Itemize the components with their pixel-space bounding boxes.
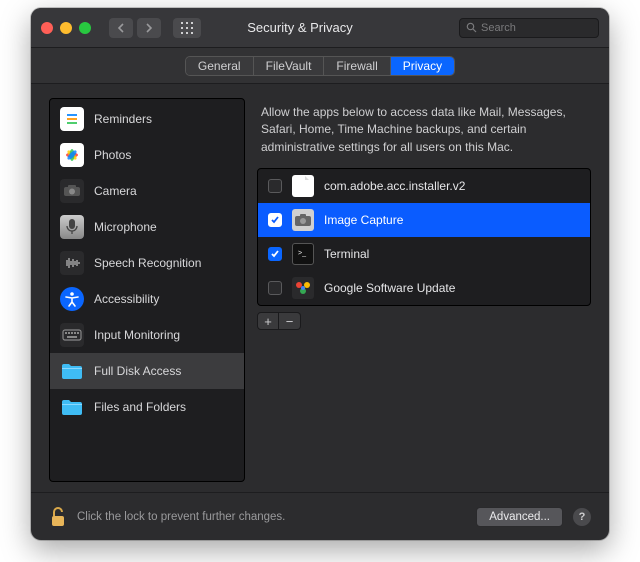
help-button[interactable]: ? [573, 508, 591, 526]
app-row-terminal[interactable]: >_ Terminal [258, 237, 590, 271]
folder-icon [60, 395, 84, 419]
back-button[interactable] [109, 18, 133, 38]
terminal-icon: >_ [292, 243, 314, 265]
main-panel: Allow the apps below to access data like… [257, 98, 591, 482]
app-name: Google Software Update [324, 281, 455, 295]
segmented-tabs: General FileVault Firewall Privacy [185, 56, 455, 76]
search-icon [466, 22, 477, 33]
sidebar-item-photos[interactable]: Photos [50, 137, 244, 173]
sidebar-item-label: Accessibility [94, 292, 159, 306]
sidebar-item-label: Full Disk Access [94, 364, 181, 378]
content-area: Reminders Photos Camera Microphone [31, 84, 609, 492]
tab-firewall[interactable]: Firewall [324, 57, 390, 75]
sidebar-item-label: Files and Folders [94, 400, 186, 414]
accessibility-icon [60, 287, 84, 311]
microphone-icon [60, 215, 84, 239]
remove-app-button[interactable]: − [279, 312, 301, 330]
sidebar-item-reminders[interactable]: Reminders [50, 101, 244, 137]
sidebar-item-input-monitoring[interactable]: Input Monitoring [50, 317, 244, 353]
sidebar-item-microphone[interactable]: Microphone [50, 209, 244, 245]
app-name: Terminal [324, 247, 369, 261]
unlocked-lock-icon [49, 506, 67, 528]
app-name: com.adobe.acc.installer.v2 [324, 179, 465, 193]
add-remove-controls: + − [257, 312, 591, 330]
search-field[interactable]: Search [459, 18, 599, 38]
svg-text:>_: >_ [298, 250, 306, 257]
app-row-image-capture[interactable]: Image Capture [258, 203, 590, 237]
chevron-left-icon [117, 23, 125, 33]
sidebar-item-accessibility[interactable]: Accessibility [50, 281, 244, 317]
document-icon [292, 175, 314, 197]
sidebar-item-camera[interactable]: Camera [50, 173, 244, 209]
apps-list[interactable]: com.adobe.acc.installer.v2 Image Capture [257, 168, 591, 306]
input-monitoring-icon [60, 323, 84, 347]
app-checkbox[interactable] [268, 247, 282, 261]
app-name: Image Capture [324, 213, 403, 227]
sidebar-item-label: Input Monitoring [94, 328, 180, 342]
image-capture-icon [292, 209, 314, 231]
sidebar-item-files-and-folders[interactable]: Files and Folders [50, 389, 244, 425]
camera-icon [60, 179, 84, 203]
reminders-icon [60, 107, 84, 131]
sidebar-item-label: Camera [94, 184, 137, 198]
app-row-adobe-installer[interactable]: com.adobe.acc.installer.v2 [258, 169, 590, 203]
privacy-sidebar[interactable]: Reminders Photos Camera Microphone [49, 98, 245, 482]
photos-icon [60, 143, 84, 167]
add-app-button[interactable]: + [257, 312, 279, 330]
close-window-button[interactable] [41, 22, 53, 34]
sidebar-item-label: Reminders [94, 112, 152, 126]
window-title: Security & Privacy [149, 20, 451, 35]
sidebar-item-speech-recognition[interactable]: Speech Recognition [50, 245, 244, 281]
sidebar-item-label: Photos [94, 148, 131, 162]
app-row-google-software-update[interactable]: Google Software Update [258, 271, 590, 305]
minimize-window-button[interactable] [60, 22, 72, 34]
window-controls [41, 22, 91, 34]
tab-general[interactable]: General [186, 57, 254, 75]
titlebar: Security & Privacy Search [31, 8, 609, 48]
search-placeholder: Search [481, 22, 516, 34]
advanced-button[interactable]: Advanced... [476, 507, 563, 527]
app-checkbox[interactable] [268, 179, 282, 193]
footer: Click the lock to prevent further change… [31, 492, 609, 540]
tabs-row: General FileVault Firewall Privacy [31, 48, 609, 84]
preferences-window: Security & Privacy Search General FileVa… [31, 8, 609, 540]
sidebar-item-full-disk-access[interactable]: Full Disk Access [50, 353, 244, 389]
app-checkbox[interactable] [268, 213, 282, 227]
lock-hint-text: Click the lock to prevent further change… [77, 511, 466, 523]
panel-description: Allow the apps below to access data like… [257, 98, 591, 168]
sidebar-item-label: Microphone [94, 220, 157, 234]
app-checkbox[interactable] [268, 281, 282, 295]
folder-icon [60, 359, 84, 383]
google-update-icon [292, 277, 314, 299]
sidebar-item-label: Speech Recognition [94, 256, 201, 270]
zoom-window-button[interactable] [79, 22, 91, 34]
lock-button[interactable] [49, 506, 67, 528]
tab-privacy[interactable]: Privacy [391, 57, 454, 75]
speech-icon [60, 251, 84, 275]
tab-filevault[interactable]: FileVault [254, 57, 325, 75]
